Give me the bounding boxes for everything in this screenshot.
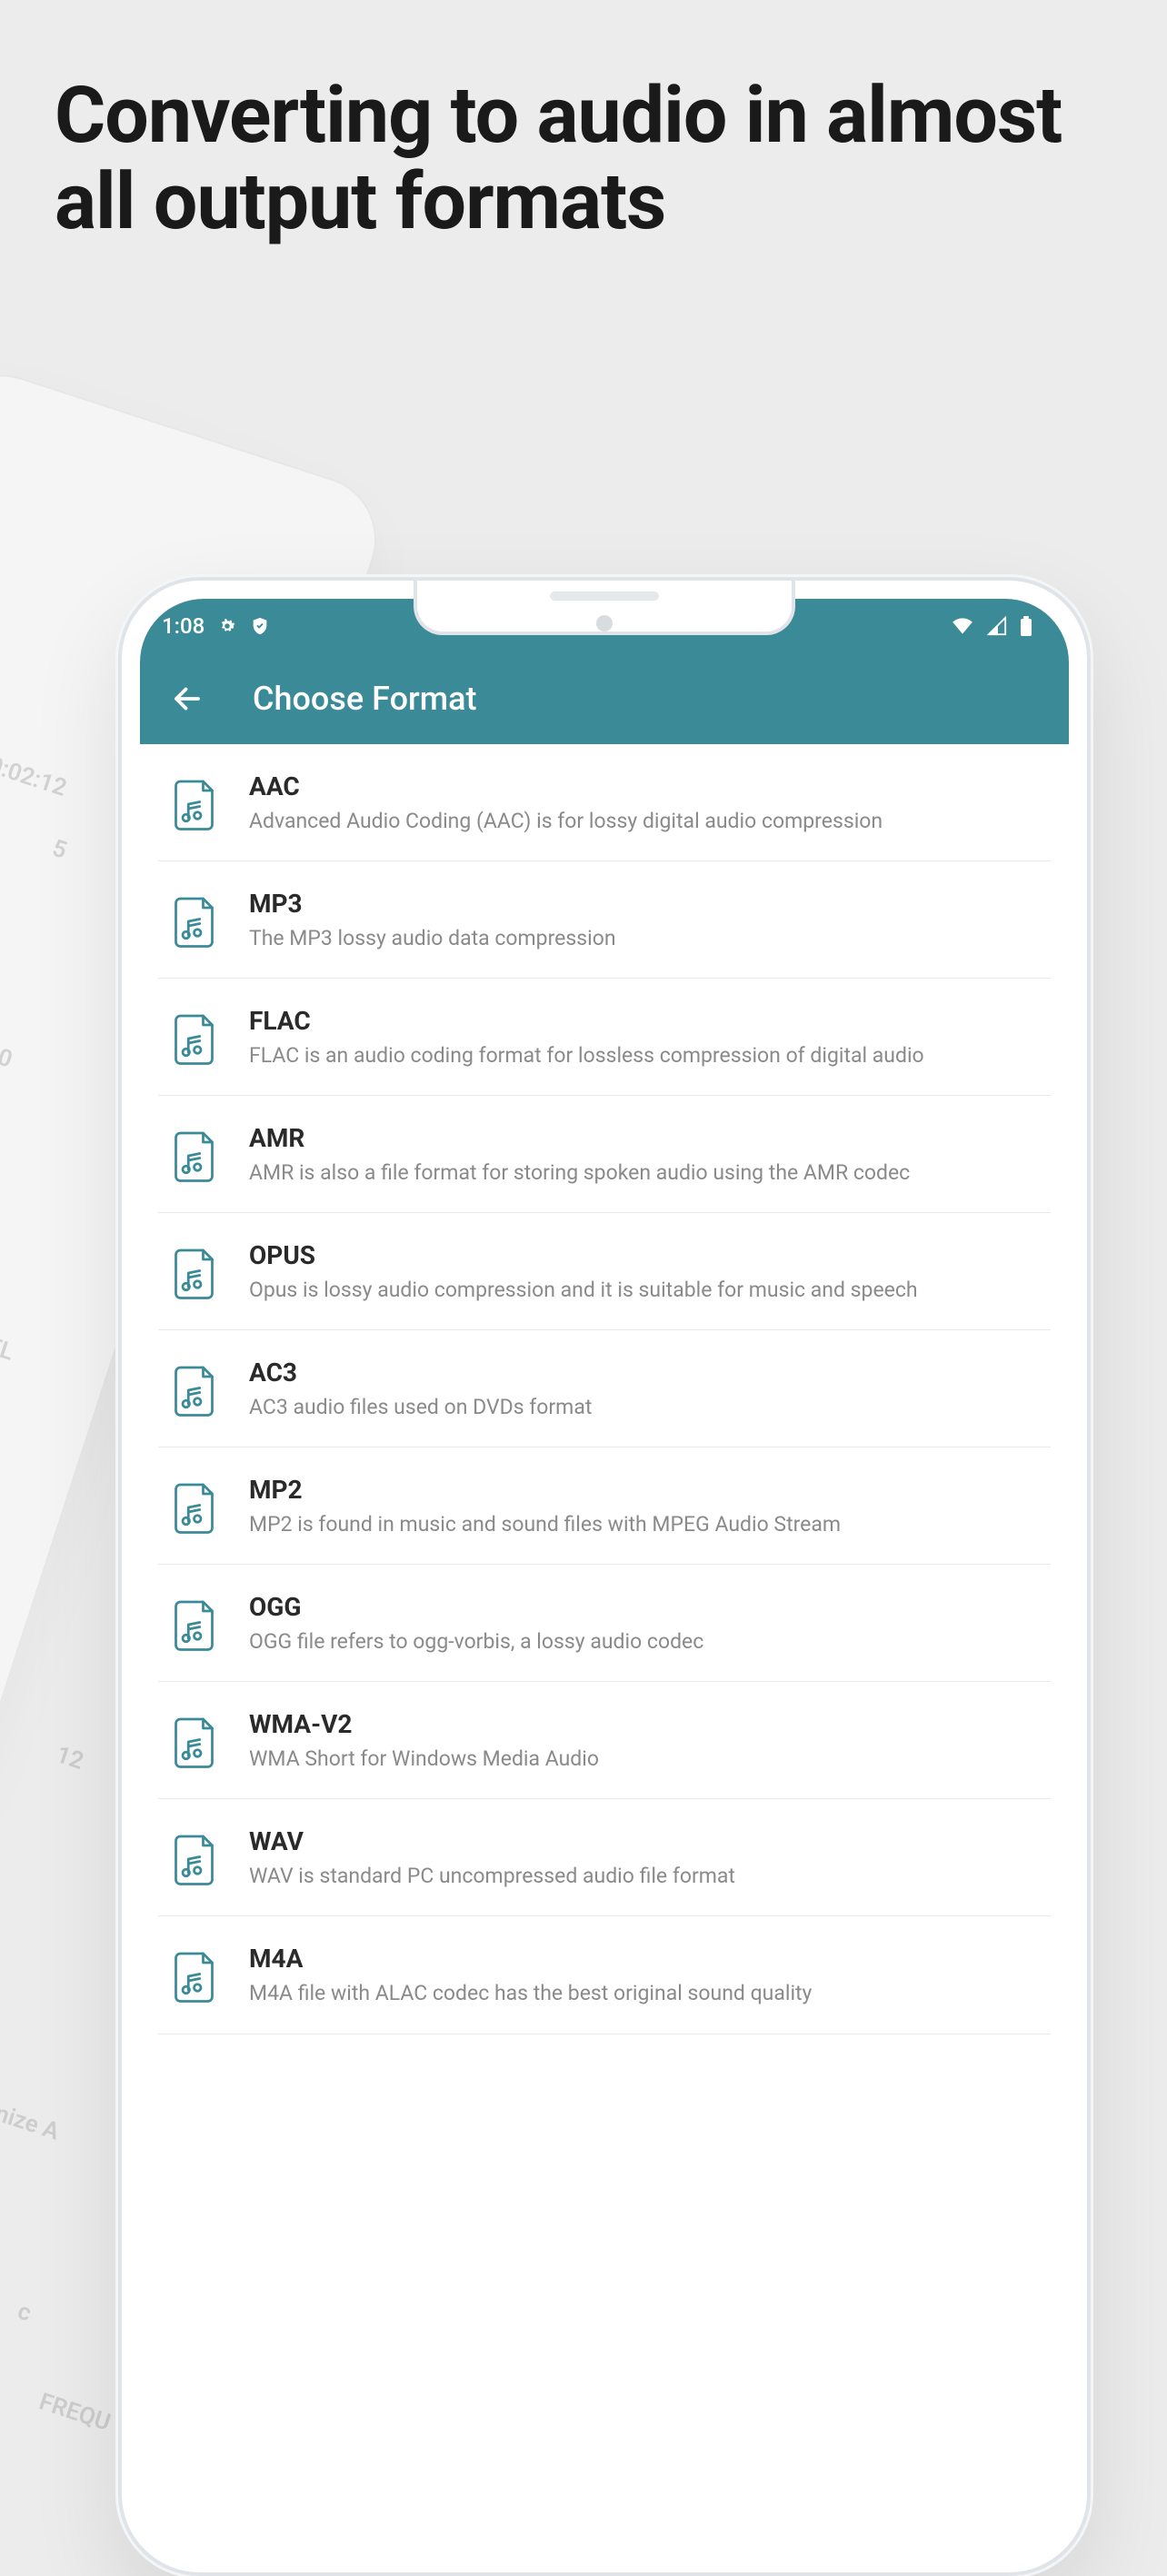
format-title: FLAC <box>249 1006 1038 1036</box>
format-description: M4A file with ALAC codec has the best or… <box>249 1979 1038 2007</box>
format-description: MP2 is found in music and sound files wi… <box>249 1510 1038 1538</box>
bg-label: 12 <box>53 1741 87 1775</box>
format-title: WMA-V2 <box>249 1709 1038 1739</box>
bg-label: mize A <box>0 2097 63 2145</box>
bg-label: FREQU <box>35 2388 114 2436</box>
format-title: OPUS <box>249 1240 1038 1270</box>
format-title: WAV <box>249 1826 1038 1856</box>
phone-mockup: 1:08 <box>118 577 1091 2576</box>
format-list-item[interactable]: M4A M4A file with ALAC codec has the bes… <box>158 1916 1051 2034</box>
format-description: Opus is lossy audio compression and it i… <box>249 1276 1038 1304</box>
format-list: AAC Advanced Audio Coding (AAC) is for l… <box>140 744 1069 2034</box>
audio-file-icon <box>171 1010 222 1068</box>
format-description: The MP3 lossy audio data compression <box>249 924 1038 952</box>
format-description: FLAC is an audio coding format for lossl… <box>249 1041 1038 1069</box>
audio-file-icon <box>171 775 222 833</box>
back-button[interactable] <box>167 679 207 719</box>
audio-file-icon <box>171 1478 222 1537</box>
bg-label: c <box>15 2298 35 2328</box>
format-description: WAV is standard PC uncompressed audio fi… <box>249 1862 1038 1890</box>
format-list-item[interactable]: OGG OGG file refers to ogg-vorbis, a los… <box>158 1565 1051 1682</box>
format-description: WMA Short for Windows Media Audio <box>249 1745 1038 1773</box>
format-title: AMR <box>249 1123 1038 1153</box>
format-description: OGG file refers to ogg-vorbis, a lossy a… <box>249 1627 1038 1656</box>
format-list-item[interactable]: AAC Advanced Audio Coding (AAC) is for l… <box>158 744 1051 861</box>
phone-notch <box>414 581 795 635</box>
format-title: M4A <box>249 1944 1038 1974</box>
audio-file-icon <box>171 1244 222 1302</box>
format-description: AMR is also a file format for storing sp… <box>249 1159 1038 1187</box>
marketing-headline: Converting to audio in almost all output… <box>55 73 1112 244</box>
audio-file-icon <box>171 1713 222 1771</box>
audio-file-icon <box>171 1947 222 2005</box>
format-list-item[interactable]: MP3 The MP3 lossy audio data compression <box>158 861 1051 979</box>
format-description: AC3 audio files used on DVDs format <box>249 1393 1038 1421</box>
appbar-title: Choose Format <box>253 680 476 718</box>
phone-screen: 1:08 <box>140 599 1069 2554</box>
audio-file-icon <box>171 1596 222 1654</box>
format-list-item[interactable]: AMR AMR is also a file format for storin… <box>158 1096 1051 1213</box>
audio-file-icon <box>171 892 222 950</box>
format-title: MP2 <box>249 1475 1038 1505</box>
audio-file-icon <box>171 1830 222 1888</box>
audio-file-icon <box>171 1361 222 1419</box>
format-list-item[interactable]: MP2 MP2 is found in music and sound file… <box>158 1447 1051 1565</box>
format-description: Advanced Audio Coding (AAC) is for lossy… <box>249 807 1038 835</box>
arrow-left-icon <box>171 682 204 715</box>
appbar: Choose Format <box>140 653 1069 744</box>
format-title: OGG <box>249 1592 1038 1622</box>
format-list-item[interactable]: AC3 AC3 audio files used on DVDs format <box>158 1330 1051 1447</box>
format-list-item[interactable]: WAV WAV is standard PC uncompressed audi… <box>158 1799 1051 1916</box>
format-title: AC3 <box>249 1358 1038 1387</box>
format-list-item[interactable]: OPUS Opus is lossy audio compression and… <box>158 1213 1051 1330</box>
format-title: AAC <box>249 771 1038 801</box>
audio-file-icon <box>171 1127 222 1185</box>
format-list-item[interactable]: WMA-V2 WMA Short for Windows Media Audio <box>158 1682 1051 1799</box>
format-title: MP3 <box>249 889 1038 919</box>
format-list-item[interactable]: FLAC FLAC is an audio coding format for … <box>158 979 1051 1096</box>
